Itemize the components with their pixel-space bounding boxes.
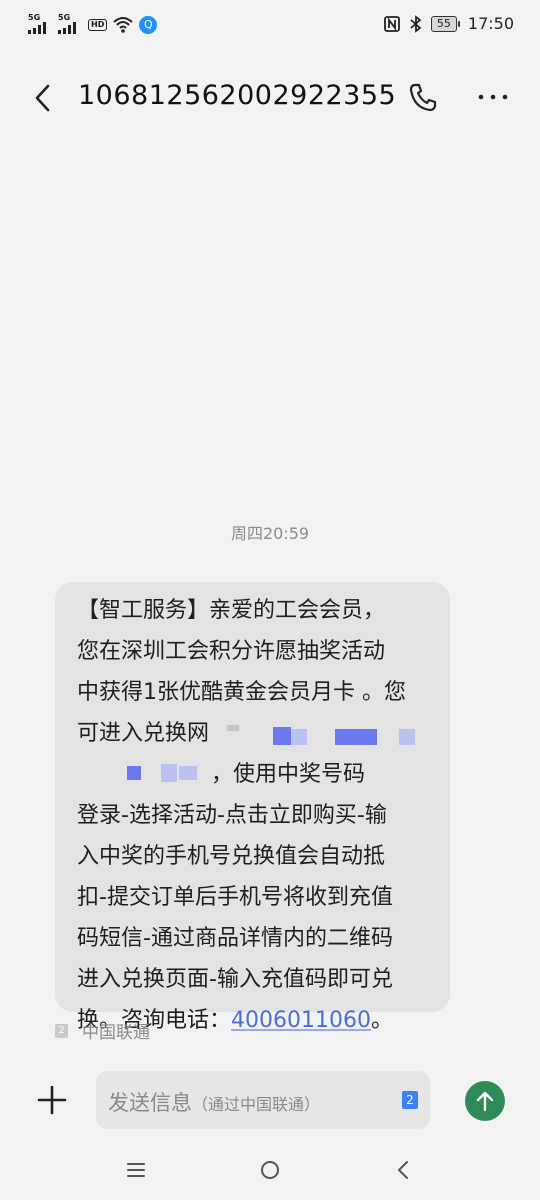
message-line: 中获得1张优酷黄金会员月卡 。您 [77, 680, 406, 705]
battery-icon: 55 [430, 15, 460, 32]
nav-back-icon[interactable] [390, 1156, 418, 1184]
message-line-redacted: 可进入兑换网 [77, 713, 436, 754]
menu-icon[interactable] [122, 1156, 150, 1184]
message-text: 可进入兑换网 [77, 721, 210, 746]
contact-number: 106812562002922355 [78, 80, 397, 111]
battery-level: 55 [430, 15, 457, 32]
message-input[interactable]: 发送信息（通过中国联通） 2 [96, 1071, 430, 1129]
message-input-placeholder: 发送信息（通过中国联通） [108, 1087, 320, 1117]
sim-select-icon[interactable]: 2 [402, 1091, 418, 1109]
add-attachment-icon[interactable] [36, 1084, 68, 1116]
phone-number-link[interactable]: 4006011060 [231, 1008, 371, 1033]
redaction-mark [127, 766, 141, 780]
app-notification-icon: Q [139, 16, 158, 34]
phone-call-icon[interactable] [406, 80, 440, 114]
nfc-icon [383, 15, 400, 32]
sim-indicator: 2 中国联通 [55, 1018, 150, 1043]
message-line: 您在深圳工会积分许愿抽奖活动 [77, 639, 386, 664]
home-icon[interactable] [256, 1156, 284, 1184]
conversation-header: 106812562002922355 [0, 66, 540, 130]
redaction-mark [273, 727, 291, 745]
message-line: 登录-选择活动-点击立即购买-输 [77, 803, 387, 828]
carrier-label: 中国联通 [82, 1023, 150, 1043]
message-bubble[interactable]: 【智工服务】亲爱的工会会员， 您在深圳工会积分许愿抽奖活动 中获得1张优酷黄金会… [55, 582, 450, 1033]
status-bar: 5G 5G HD Q 55 17:50 [0, 0, 540, 52]
message-line: 入中奖的手机号兑换值会自动抵 [77, 844, 386, 869]
redaction-mark [161, 764, 177, 782]
redaction-mark [399, 729, 415, 745]
network-type-2: 5G [58, 13, 71, 22]
redaction-mark [335, 729, 377, 745]
redaction-mark [179, 766, 197, 780]
message-text: 。 [371, 1008, 394, 1033]
message-line: 码短信-通过商品详情内的二维码 [77, 926, 393, 951]
bluetooth-icon [410, 14, 422, 33]
more-options-icon[interactable] [476, 80, 510, 114]
back-arrow-icon[interactable] [28, 78, 60, 118]
redaction-mark [291, 729, 307, 745]
redaction-mark [227, 725, 239, 731]
network-type-1: 5G [28, 13, 41, 22]
clock: 17:50 [467, 14, 514, 33]
arrow-up-icon [476, 1091, 494, 1112]
signal-icon-1: 5G [28, 14, 52, 36]
message-timestamp: 周四20:59 [230, 524, 310, 543]
send-button[interactable] [465, 1081, 505, 1121]
placeholder-sub: （通过中国联通） [192, 1095, 321, 1114]
message-line: 扣-提交订单后手机号将收到充值 [77, 885, 393, 910]
message-line: 进入兑换页面-输入充值码即可兑 [77, 967, 393, 992]
system-nav-bar [0, 1150, 540, 1190]
message-line-redacted: ，使用中奖号码 [77, 754, 436, 795]
wifi-icon [113, 17, 134, 33]
sim-card-icon: 2 [55, 1023, 68, 1038]
hd-icon: HD [88, 19, 108, 31]
message-text: ，使用中奖号码 [211, 762, 366, 787]
message-line: 【智工服务】亲爱的工会会员， [77, 598, 386, 623]
placeholder-main: 发送信息 [108, 1091, 192, 1115]
signal-icon-2: 5G [58, 14, 82, 36]
